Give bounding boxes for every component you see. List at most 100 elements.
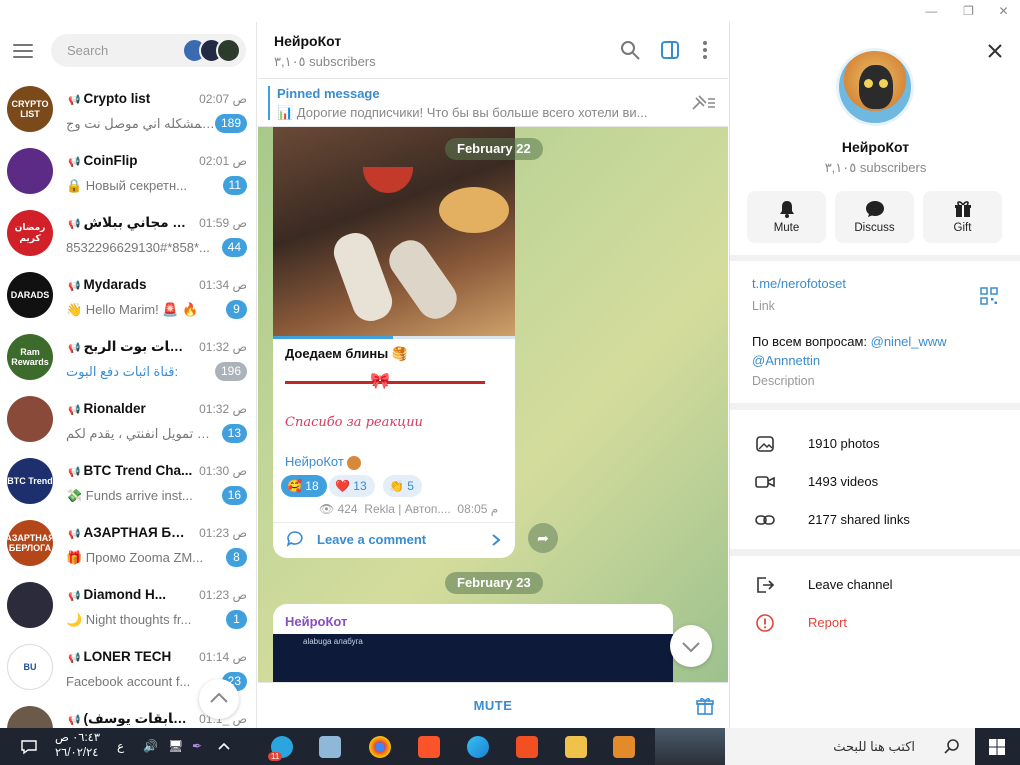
- notification-icon[interactable]: [20, 738, 38, 756]
- channel-header[interactable]: НейроКот ٣,١٠٥ subscribers: [258, 22, 728, 79]
- videos-row[interactable]: 1493 videos: [730, 463, 1020, 501]
- chat-avatar[interactable]: DARADS: [7, 272, 53, 318]
- reaction-chip[interactable]: 🥰 18: [281, 475, 327, 497]
- unread-badge: 8: [226, 548, 247, 567]
- chat-avatar[interactable]: [7, 706, 53, 728]
- username-link[interactable]: @ninel_www: [871, 334, 947, 349]
- post-photo-logo: alabuga алабуга: [303, 637, 363, 646]
- chat-avatar[interactable]: АЗАРТНАЯ БЕРЛОГА: [7, 520, 53, 566]
- channel-link[interactable]: t.me/nerofotoset: [752, 276, 846, 291]
- megaphone-icon: 📢: [68, 405, 81, 416]
- chat-avatar[interactable]: BTC Trend: [7, 458, 53, 504]
- scroll-down-button[interactable]: [670, 625, 712, 667]
- chat-list-item[interactable]: АЗАРТНАЯ БЕРЛОГА 📢 АЗАРТНАЯ БЕР... 01:23 ص 🎁…: [0, 513, 256, 575]
- chat-name-text: نت مجاني ببلاش ...: [83, 215, 193, 230]
- chat-name-text: АЗАРТНАЯ БЕР...: [83, 525, 193, 540]
- pen-icon[interactable]: ✒: [192, 739, 202, 753]
- avatar-text: CRYPTO LIST: [11, 99, 49, 119]
- close-window-button[interactable]: ✕: [985, 0, 1020, 22]
- reaction-chip[interactable]: ❤️ 13: [329, 475, 375, 497]
- forward-button[interactable]: ➦: [528, 523, 558, 553]
- mute-button[interactable]: Mute: [747, 191, 826, 243]
- chat-list-item[interactable]: 📢 Diamond H... 01:23 ص 🌙 Night thoughts fr.…: [0, 575, 256, 637]
- edge-taskbar-icon[interactable]: [467, 736, 489, 758]
- chat-preview: 💸 Funds arrive inst...: [66, 488, 193, 503]
- scroll-up-button[interactable]: [199, 679, 239, 719]
- chat-list-item[interactable]: Ram Rewards 📢شات بوت الربح ...E 01:32 ص قنا…: [0, 327, 256, 389]
- description-label: Description: [752, 374, 815, 388]
- mute-button[interactable]: MUTE: [258, 698, 728, 713]
- close-icon[interactable]: [986, 42, 1004, 60]
- megaphone-icon: 📢: [68, 157, 81, 168]
- chat-avatar[interactable]: [7, 582, 53, 628]
- chat-preview: قناة اثبات دفع البوت:: [66, 364, 179, 379]
- report-row[interactable]: Report: [730, 604, 1020, 642]
- pinned-list-icon[interactable]: [690, 93, 716, 113]
- chat-preview: بوت تمويل انفنتي ، يقدم لكم...: [66, 426, 216, 441]
- chat-list-item[interactable]: 📢Rionalder 01:32 ص بوت تمويل انفنتي ، يقدم…: [0, 389, 256, 451]
- leave-icon: [757, 577, 775, 593]
- chat-avatar[interactable]: CRYPTO LIST: [7, 86, 53, 132]
- pinned-message[interactable]: Pinned message 📊 Дорогие подписчики! Что…: [258, 79, 728, 127]
- links-row[interactable]: 2177 shared links: [730, 501, 1020, 539]
- gift-button[interactable]: Gift: [923, 191, 1002, 243]
- reaction-count: 13: [353, 479, 367, 493]
- reaction-count: 18: [305, 479, 319, 493]
- weather-widget-icon[interactable]: [655, 728, 733, 765]
- clock[interactable]: ٠٦:٤٣ ص ٢٦/٠٢/٢٤: [55, 731, 100, 761]
- chat-avatar[interactable]: [7, 148, 53, 194]
- chevron-right-icon: [492, 534, 501, 546]
- post-signature: Rekla | Автоп....: [364, 502, 451, 516]
- reaction-chip[interactable]: 👏 5: [383, 475, 422, 497]
- unread-badge: 44: [221, 238, 247, 257]
- search-icon[interactable]: [619, 39, 641, 61]
- leave-channel-row[interactable]: Leave channel: [730, 566, 1020, 604]
- chat-list-item[interactable]: 📢 CoinFlip 02:01 ص 🔒 Новый секретн... 11: [0, 141, 256, 203]
- more-options-icon[interactable]: [694, 39, 716, 61]
- chat-list-item[interactable]: BTC Trend 📢 BTC Trend Cha... 01:30 ص 💸 Funds…: [0, 451, 256, 513]
- chat-list-item[interactable]: رمضان كريم 📢نت مجاني ببلاش ... 01:59 ص 8532…: [0, 203, 256, 265]
- chevron-up-icon: [210, 692, 228, 703]
- sidebar-toggle-icon[interactable]: [659, 39, 681, 61]
- discuss-button[interactable]: Discuss: [835, 191, 914, 243]
- megaphone-icon: 📢: [68, 529, 81, 540]
- chat-avatar[interactable]: [7, 396, 53, 442]
- menu-icon[interactable]: [13, 44, 33, 58]
- chat-avatar[interactable]: Ram Rewards: [7, 334, 53, 380]
- chat-avatar[interactable]: رمضان كريم: [7, 210, 53, 256]
- maximize-button[interactable]: ❐: [950, 0, 987, 22]
- username-link[interactable]: @Annnettin: [752, 353, 820, 368]
- messages-area: Доедаем блины 🥞 🎀 Спасибо за реакции Ней…: [258, 127, 728, 682]
- store-taskbar-icon[interactable]: [516, 736, 538, 758]
- chat-preview: 👋 Hello Marim! 🚨 🔥: [66, 302, 199, 317]
- gift-label: Gift: [953, 222, 972, 234]
- language-indicator[interactable]: ع: [117, 739, 124, 753]
- chat-list-item[interactable]: DARADS 📢 Mydarads 01:34 ص 👋 Hello Marim! 🚨 🔥…: [0, 265, 256, 327]
- search-input[interactable]: Search: [51, 34, 246, 67]
- network-icon[interactable]: 🖥: [168, 739, 183, 753]
- post-author-name: НейроКот: [285, 454, 344, 469]
- chat-list-item[interactable]: CRYPTO LIST 📢 Crypto list 02:07 ص المشكله ان…: [0, 79, 256, 141]
- chat-avatar[interactable]: BU: [7, 644, 53, 690]
- story-avatar[interactable]: [216, 38, 241, 63]
- qr-code-icon[interactable]: [980, 287, 998, 305]
- game-taskbar-icon[interactable]: [613, 736, 635, 758]
- photos-row[interactable]: 1910 photos: [730, 425, 1020, 463]
- notepad-taskbar-icon[interactable]: [319, 736, 341, 758]
- chrome-taskbar-icon[interactable]: [369, 736, 391, 758]
- volume-icon[interactable]: 🔊: [143, 739, 158, 753]
- chat-preview: المشكله اني موصل نت وج...: [66, 116, 216, 131]
- windows-start-icon[interactable]: [988, 738, 1006, 756]
- post-author[interactable]: НейроКот: [285, 454, 362, 470]
- taskbar-search[interactable]: اكتب هنا للبحث: [725, 728, 975, 765]
- explorer-taskbar-icon[interactable]: [565, 736, 587, 758]
- channel-avatar[interactable]: [836, 48, 914, 126]
- chevron-up-icon[interactable]: [217, 740, 231, 752]
- chat-name-text: BTC Trend Cha...: [83, 463, 193, 478]
- channel-post[interactable]: НейроКот alabuga алабуга: [273, 604, 673, 682]
- channel-post[interactable]: Доедаем блины 🥞 🎀 Спасибо за реакции Ней…: [273, 127, 515, 558]
- minimize-button[interactable]: —: [913, 0, 950, 22]
- brave-taskbar-icon[interactable]: [418, 736, 440, 758]
- leave-comment-button[interactable]: Leave a comment: [317, 532, 426, 547]
- gift-icon[interactable]: [695, 696, 715, 716]
